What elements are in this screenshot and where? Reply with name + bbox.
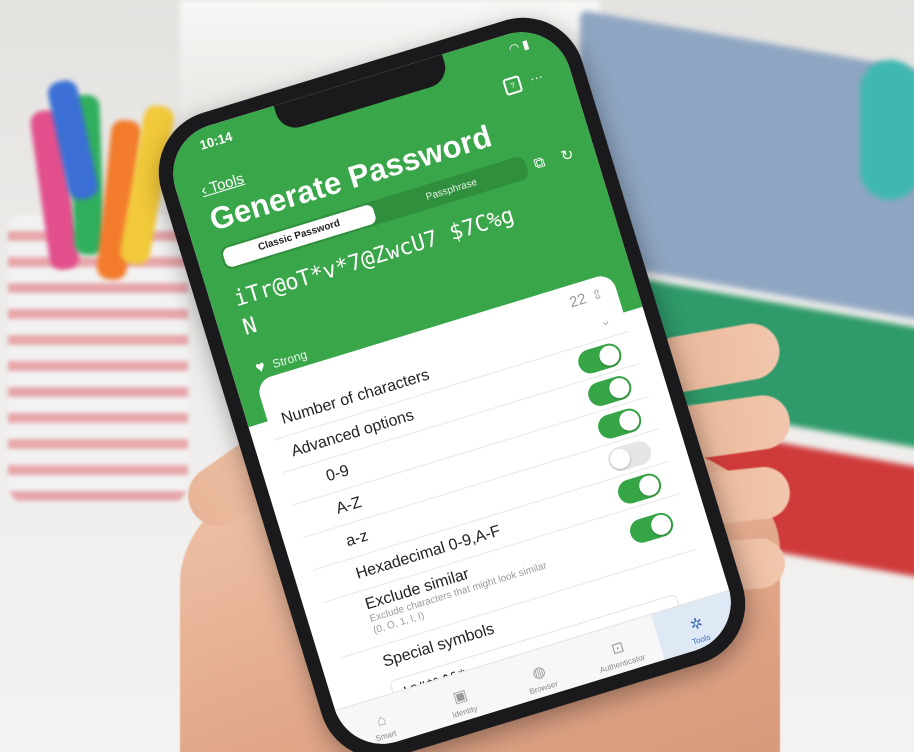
tab-label: Tools xyxy=(691,632,712,647)
teal-object xyxy=(860,60,914,200)
tools-icon: ✲ xyxy=(688,614,706,635)
id-card-icon: ▣ xyxy=(450,686,470,707)
lock-icon: ⊡ xyxy=(609,638,627,659)
tab-label: Browser xyxy=(528,679,560,697)
home-icon: ⌂ xyxy=(374,710,389,730)
length-value: 22 xyxy=(567,289,589,311)
tab-label: Smart xyxy=(374,728,398,743)
stepper-icon[interactable]: ⇕ xyxy=(589,285,605,305)
chevron-down-icon: ⌄ xyxy=(597,310,613,330)
exclude-similar-toggle[interactable] xyxy=(627,509,677,546)
option-label: 0-9 xyxy=(323,461,352,485)
option-label: A-Z xyxy=(333,493,364,518)
globe-icon: ◍ xyxy=(530,662,548,683)
photo-scene: 10:14 ◠ ▮ ? ··· ‹ Tools Generate Passwor… xyxy=(0,0,914,752)
option-label: a-z xyxy=(343,526,371,550)
